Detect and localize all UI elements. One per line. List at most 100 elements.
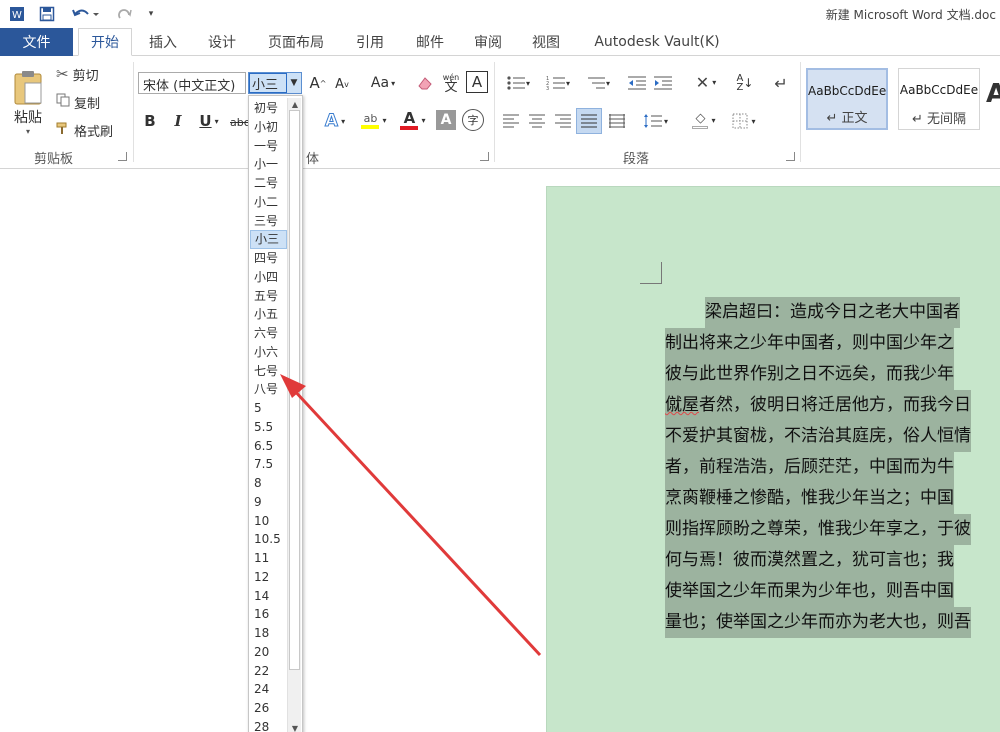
font-size-option[interactable]: 小三 xyxy=(250,230,287,249)
multilevel-list-button[interactable]: ▾ xyxy=(580,72,616,94)
italic-button[interactable]: I xyxy=(168,110,188,132)
cut-button[interactable]: ✂ 剪切 xyxy=(56,64,114,84)
font-size-option[interactable]: 小五 xyxy=(250,305,287,324)
paste-dropdown-arrow[interactable]: ▾ xyxy=(26,127,30,136)
font-size-option[interactable]: 5.5 xyxy=(250,418,287,437)
character-border-button[interactable]: A xyxy=(466,71,488,93)
style-normal[interactable]: AaBbCcDdEe ↵ 正文 xyxy=(806,68,888,130)
font-size-option[interactable]: 小初 xyxy=(250,118,287,137)
text-line[interactable]: 彼与此世界作别之日不远矣，而我少年 xyxy=(665,359,954,390)
font-size-option[interactable]: 26 xyxy=(250,699,287,718)
font-size-combobox[interactable]: 小三 ▼ xyxy=(248,72,302,94)
phonetic-guide-button[interactable]: wén 文 xyxy=(440,70,462,96)
font-size-option[interactable]: 六号 xyxy=(250,324,287,343)
font-size-option[interactable]: 一号 xyxy=(250,137,287,156)
text-line[interactable]: 不爱护其窗栊，不洁治其庭庑，俗人恒情 xyxy=(665,421,971,452)
distributed-button[interactable] xyxy=(606,110,628,132)
chinese-layout-button[interactable]: ✕ ▾ xyxy=(688,70,724,94)
text-line[interactable]: 烹脔鞭棰之惨酷，惟我少年当之；中国 xyxy=(665,483,954,514)
scroll-up-arrow-icon[interactable]: ▲ xyxy=(288,98,302,110)
font-size-value[interactable]: 小三 xyxy=(249,73,287,93)
font-size-option[interactable]: 10 xyxy=(250,512,287,531)
save-icon[interactable] xyxy=(36,4,58,24)
text-line[interactable]: 使举国之少年而果为少年也，则吾中国 xyxy=(665,576,954,607)
text-line[interactable]: 制出将来之少年中国者，则中国少年之 xyxy=(665,328,954,359)
tab-references[interactable]: 引用 xyxy=(344,28,396,56)
decrease-indent-button[interactable] xyxy=(626,72,648,94)
redo-icon[interactable] xyxy=(114,4,136,24)
font-size-option[interactable]: 小二 xyxy=(250,193,287,212)
text-line[interactable]: 者，前程浩浩，后顾茫茫，中国而为牛 xyxy=(665,452,954,483)
font-size-option[interactable]: 八号 xyxy=(250,380,287,399)
font-size-option[interactable]: 四号 xyxy=(250,249,287,268)
align-left-button[interactable] xyxy=(500,110,522,132)
show-marks-button[interactable]: ↵ xyxy=(770,72,792,94)
sort-button[interactable]: A Z ↓ xyxy=(734,72,756,94)
character-shading-button[interactable]: A xyxy=(436,110,456,130)
shading-button[interactable]: ◇ ▾ xyxy=(686,108,722,132)
borders-button[interactable]: ▾ xyxy=(726,110,762,132)
change-case-button[interactable]: Aa ▾ xyxy=(366,72,400,94)
paragraph-dialog-launcher[interactable] xyxy=(786,152,795,161)
font-size-option[interactable]: 12 xyxy=(250,568,287,587)
font-dialog-launcher[interactable] xyxy=(480,152,489,161)
increase-indent-button[interactable] xyxy=(652,72,674,94)
font-size-option[interactable]: 16 xyxy=(250,605,287,624)
document-page[interactable]: 梁启超曰：造成今日之老大中国者 制出将来之少年中国者，则中国少年之 彼与此世界作… xyxy=(546,186,1000,732)
font-size-option[interactable]: 6.5 xyxy=(250,437,287,456)
font-size-option[interactable]: 二号 xyxy=(250,174,287,193)
text-line[interactable]: 梁启超曰：造成今日之老大中国者 xyxy=(705,297,960,328)
font-size-option[interactable]: 小六 xyxy=(250,343,287,362)
shrink-font-button[interactable]: Av xyxy=(332,74,352,94)
strikethrough-button[interactable]: abc xyxy=(230,112,248,132)
font-color-button[interactable]: A ▾ xyxy=(396,108,430,132)
style-no-spacing[interactable]: AaBbCcDdEe ↵ 无间隔 xyxy=(898,68,980,130)
tab-home[interactable]: 开始 xyxy=(78,28,132,56)
text-effects-button[interactable]: A ▾ xyxy=(318,110,352,132)
tab-view[interactable]: 视图 xyxy=(520,28,572,56)
font-size-option[interactable]: 小一 xyxy=(250,155,287,174)
underline-button[interactable]: U ▾ xyxy=(194,110,224,132)
highlight-color-button[interactable]: ab ▾ xyxy=(356,108,392,132)
font-size-option[interactable]: 初号 xyxy=(250,99,287,118)
grow-font-button[interactable]: A ^ xyxy=(308,72,328,94)
align-right-button[interactable] xyxy=(552,110,574,132)
font-size-option[interactable]: 28 xyxy=(250,718,287,732)
tab-design[interactable]: 设计 xyxy=(197,28,247,56)
tab-insert[interactable]: 插入 xyxy=(138,28,188,56)
font-size-option[interactable]: 5 xyxy=(250,399,287,418)
undo-icon[interactable] xyxy=(68,4,102,24)
font-size-option[interactable]: 五号 xyxy=(250,287,287,306)
tab-review[interactable]: 审阅 xyxy=(462,28,514,56)
font-size-option[interactable]: 11 xyxy=(250,549,287,568)
dropdown-scrollbar[interactable]: ▲ ▼ xyxy=(287,98,301,732)
font-size-option[interactable]: 8 xyxy=(250,474,287,493)
customize-toolbar-icon[interactable]: ▾ xyxy=(144,4,158,24)
enclose-characters-button[interactable]: 字 xyxy=(462,109,484,131)
tab-file[interactable]: 文件 xyxy=(0,28,73,56)
tab-layout[interactable]: 页面布局 xyxy=(256,28,336,56)
font-size-option[interactable]: 24 xyxy=(250,680,287,699)
scroll-down-arrow-icon[interactable]: ▼ xyxy=(288,722,302,732)
bullets-button[interactable]: ▾ xyxy=(500,72,536,94)
align-center-button[interactable] xyxy=(526,110,548,132)
text-line[interactable]: 量也；使举国之少年而亦为老大也，则吾 xyxy=(665,607,971,638)
bold-button[interactable]: B xyxy=(140,110,160,132)
font-size-option[interactable]: 三号 xyxy=(250,212,287,231)
copy-button[interactable]: 复制 xyxy=(56,92,114,112)
font-size-option[interactable]: 9 xyxy=(250,493,287,512)
text-line[interactable]: 则指挥顾盼之尊荣，惟我少年享之，于彼 xyxy=(665,514,971,545)
font-size-option[interactable]: 18 xyxy=(250,624,287,643)
tab-autodesk-vault[interactable]: Autodesk Vault(K) xyxy=(582,28,732,56)
font-size-option[interactable]: 14 xyxy=(250,587,287,606)
text-line[interactable]: 何与焉！彼而漠然置之，犹可言也；我 xyxy=(665,545,954,576)
paste-button[interactable]: 粘贴 ▾ xyxy=(8,62,48,142)
clipboard-dialog-launcher[interactable] xyxy=(118,152,127,161)
line-spacing-button[interactable]: ▾ xyxy=(638,110,674,132)
text-line[interactable]: 僦屋者然，彼明日将迁居他方，而我今日 xyxy=(665,390,971,421)
font-size-dropdown-list[interactable]: 初号 小初 一号 小一 二号 小二 三号 小三 四号 小四 五号 小五 六号 小六 七号 八号 5 5.5 6.5 7… xyxy=(248,95,303,732)
font-size-option[interactable]: 22 xyxy=(250,662,287,681)
font-size-dropdown-arrow[interactable]: ▼ xyxy=(287,73,301,93)
clear-formatting-button[interactable] xyxy=(414,72,436,94)
numbering-button[interactable]: 1 2 3 ▾ xyxy=(540,72,576,94)
